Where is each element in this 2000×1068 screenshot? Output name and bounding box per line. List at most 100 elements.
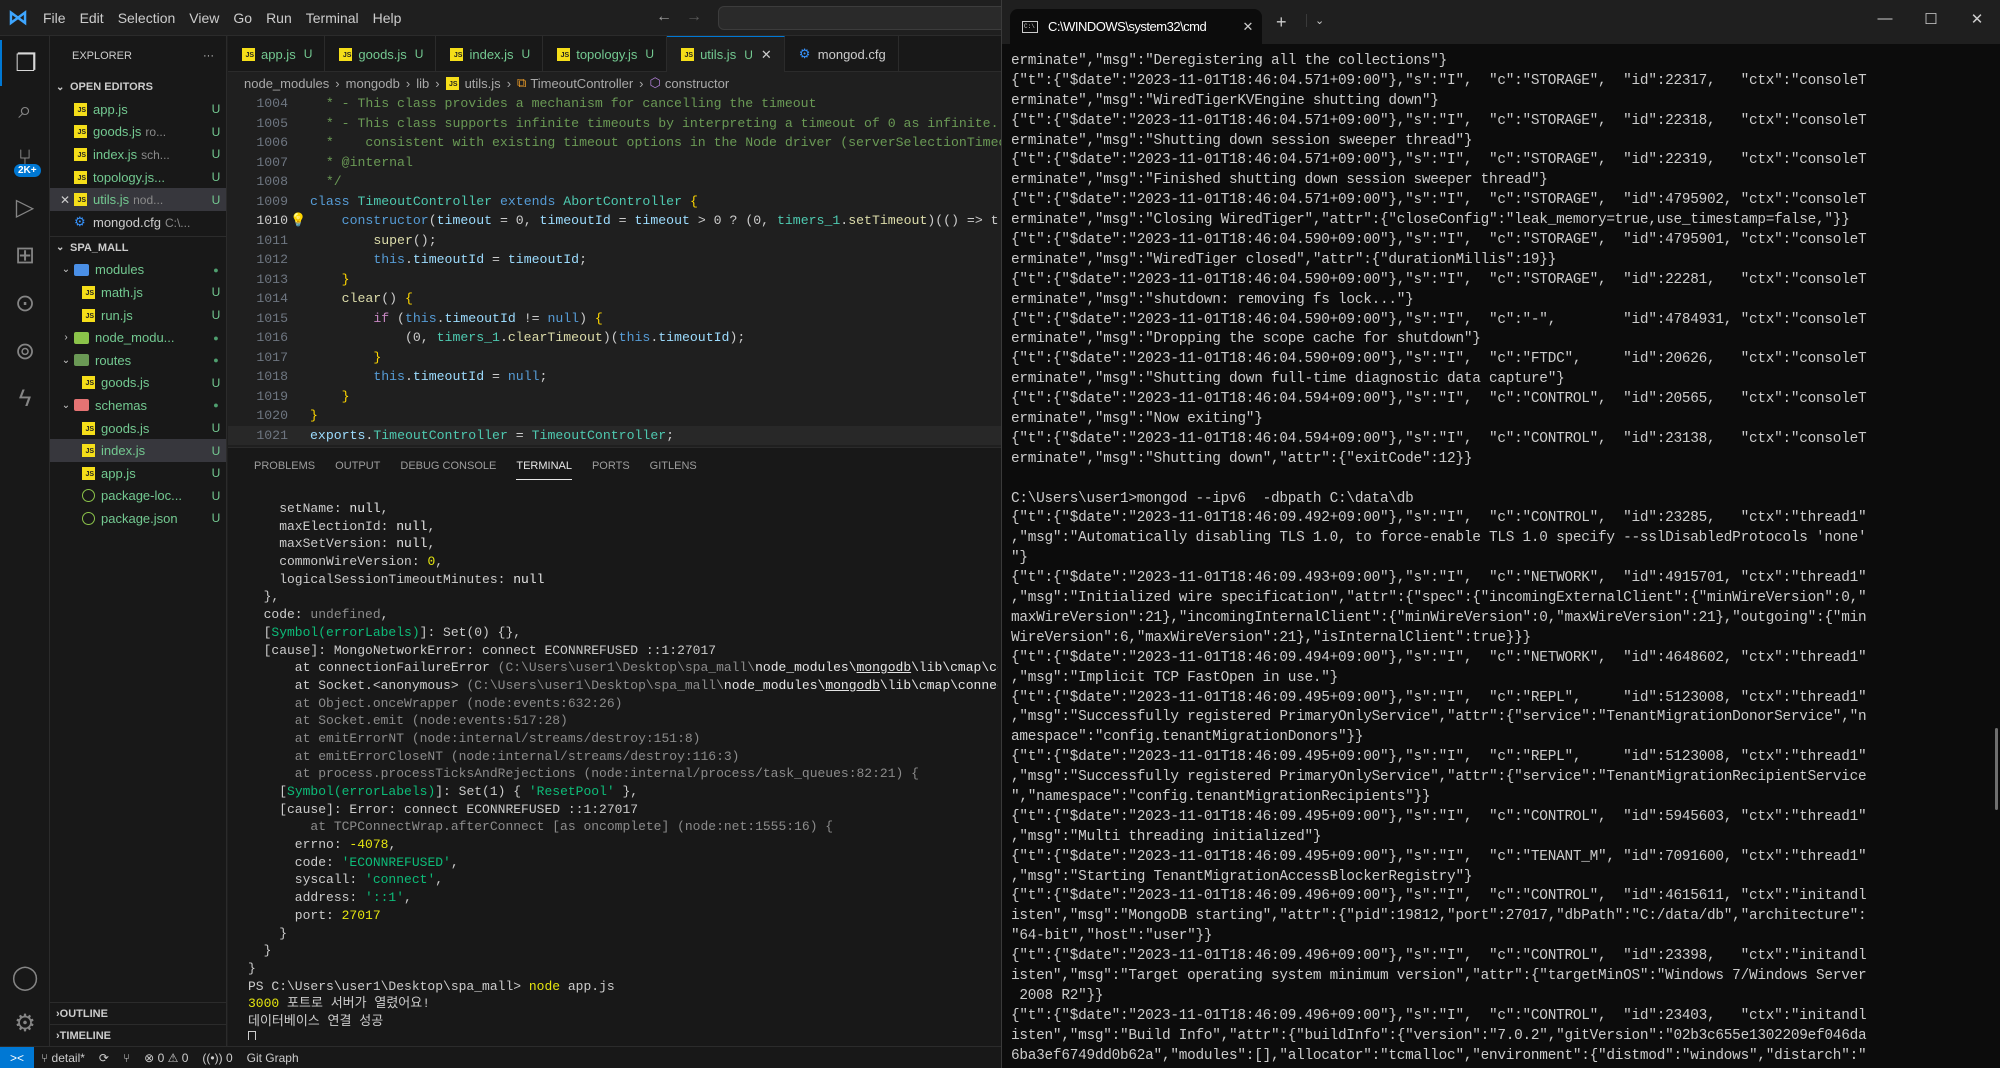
outline-section[interactable]: › OUTLINE bbox=[50, 1002, 227, 1024]
extensions-icon[interactable]: ⊞ bbox=[0, 232, 50, 278]
file-item[interactable]: JS goods.js U bbox=[50, 417, 226, 440]
editor-tab[interactable]: JS goods.js U bbox=[325, 36, 437, 72]
file-item[interactable]: JS run.js U bbox=[50, 304, 226, 327]
menu-help[interactable]: Help bbox=[366, 0, 409, 36]
minimize-button[interactable]: — bbox=[1862, 10, 1908, 27]
terminal-line: at process.processTicksAndRejections (no… bbox=[248, 766, 919, 782]
file-item[interactable]: JS goods.js U bbox=[50, 372, 226, 395]
file-item[interactable]: package-loc... U bbox=[50, 485, 226, 508]
gear-icon: ⚙ bbox=[74, 214, 86, 230]
problems-status[interactable]: ⊗ 0 ⚠ 0 bbox=[137, 1051, 195, 1065]
menu-edit[interactable]: Edit bbox=[73, 0, 111, 36]
breadcrumb-item[interactable]: lib bbox=[416, 76, 429, 91]
code-line: 1009 class TimeoutController extends Abor… bbox=[228, 192, 1002, 212]
editor-tab[interactable]: JS utils.js U ✕ bbox=[667, 36, 785, 72]
terminal-log-line: {"t":{"$date":"2023-11-01T18:46:04.590+0… bbox=[1011, 271, 1867, 288]
close-icon[interactable]: ✕ bbox=[761, 47, 772, 63]
panel-tab-problems[interactable]: PROBLEMS bbox=[246, 448, 327, 484]
open-editors-header[interactable]: ⌄ OPEN EDITORS bbox=[50, 76, 226, 98]
folder-item[interactable]: › node_modu... ● bbox=[50, 326, 226, 349]
new-tab-button[interactable]: + bbox=[1276, 12, 1287, 33]
maximize-button[interactable]: ☐ bbox=[1908, 10, 1954, 28]
search-icon[interactable]: ⌕ bbox=[0, 88, 50, 134]
command-center-search[interactable] bbox=[718, 6, 1008, 30]
git-graph-status[interactable]: Git Graph bbox=[240, 1051, 306, 1065]
explorer-icon[interactable]: ❐ bbox=[0, 40, 50, 86]
breadcrumb-item[interactable]: mongodb bbox=[346, 76, 400, 91]
open-editor-item[interactable]: JS index.js sch... U bbox=[50, 143, 226, 166]
terminal-log-line: ","namespace":"config.tenantMigrationRec… bbox=[1011, 788, 1431, 805]
menu-run[interactable]: Run bbox=[259, 0, 299, 36]
editor-tab[interactable]: JS app.js U bbox=[228, 36, 326, 72]
gitlens-icon[interactable]: ⊚ bbox=[0, 328, 50, 374]
sync-icon[interactable]: ⟳ bbox=[92, 1051, 116, 1065]
file-item[interactable]: package.json U bbox=[50, 507, 226, 530]
chevron-down-icon[interactable]: ⌄ bbox=[1306, 14, 1324, 27]
panel-tab-debug-console[interactable]: DEBUG CONSOLE bbox=[392, 448, 508, 484]
timeline-section[interactable]: › TIMELINE bbox=[50, 1024, 227, 1046]
terminal-output[interactable]: erminate","msg":"Deregistering all the c… bbox=[1011, 52, 1976, 1068]
open-editor-item[interactable]: JS topology.js... U bbox=[50, 166, 226, 189]
lightbulb-icon[interactable]: 💡 bbox=[290, 211, 306, 231]
terminal-tab[interactable]: C:\ C:\WINDOWS\system32\cmd ✕ bbox=[1010, 9, 1262, 44]
folder-item[interactable]: ⌄ routes ● bbox=[50, 349, 226, 372]
menu-go[interactable]: Go bbox=[226, 0, 259, 36]
git-graph-icon[interactable]: ⊙ bbox=[0, 280, 50, 326]
file-item[interactable]: JS math.js U bbox=[50, 281, 226, 304]
terminal-line: }, bbox=[248, 589, 280, 605]
file-item[interactable]: JS app.js U bbox=[50, 462, 226, 485]
file-item[interactable]: JS index.js U bbox=[50, 439, 226, 462]
integrated-terminal[interactable]: setName: null, maxElectionId: null, maxS… bbox=[248, 500, 998, 1040]
code-editor[interactable]: 1004 * - This class provides a mechanism… bbox=[228, 94, 1002, 446]
forward-arrow-icon[interactable]: → bbox=[686, 8, 702, 26]
branch-status[interactable]: ⑂ detail* bbox=[34, 1051, 92, 1065]
ports-status[interactable]: ((•)) 0 bbox=[195, 1051, 239, 1065]
breadcrumb-item[interactable]: node_modules bbox=[244, 76, 329, 91]
tab-label: goods.js bbox=[358, 46, 407, 62]
open-editors-title: OPEN EDITORS bbox=[70, 81, 153, 93]
panel-tab-ports[interactable]: PORTS bbox=[584, 448, 642, 484]
modified-dot-icon: ● bbox=[213, 332, 219, 343]
menu-file[interactable]: File bbox=[36, 0, 73, 36]
code-line: 1012 this.timeoutId = timeoutId; bbox=[228, 250, 1002, 270]
thunder-client-icon[interactable]: ϟ bbox=[0, 376, 50, 422]
terminal-scrollbar[interactable] bbox=[1995, 728, 1998, 810]
terminal-log-line: "64-bit","host":"user"}} bbox=[1011, 928, 1213, 945]
terminal-log-line: maxWireVersion":21},"incomingInternalCli… bbox=[1011, 609, 1867, 626]
breadcrumb: node_modules › mongodb › lib › JS utils.js ›… bbox=[244, 75, 730, 91]
breadcrumb-item[interactable]: constructor bbox=[665, 76, 729, 91]
close-icon[interactable]: ✕ bbox=[60, 193, 74, 207]
breadcrumb-item[interactable]: TimeoutController bbox=[530, 76, 633, 91]
terminal-line: address: '::1', bbox=[248, 890, 412, 906]
line-number: 1008 bbox=[256, 174, 288, 189]
file-name: package.json bbox=[101, 510, 178, 526]
menu-terminal[interactable]: Terminal bbox=[299, 0, 366, 36]
project-header[interactable]: ⌄ SPA_MALL bbox=[50, 237, 226, 259]
close-tab-icon[interactable]: ✕ bbox=[1234, 19, 1262, 35]
error-icon: ⊗ bbox=[144, 1050, 155, 1065]
back-arrow-icon[interactable]: ← bbox=[656, 8, 672, 26]
remote-indicator-button[interactable]: >< bbox=[0, 1046, 34, 1068]
open-editor-item[interactable]: ⚙ mongod.cfg C:\... bbox=[50, 211, 226, 234]
panel-tab-terminal[interactable]: TERMINAL bbox=[508, 448, 584, 484]
source-control-icon[interactable]: ⑂ 2K+ bbox=[0, 136, 50, 182]
settings-gear-icon[interactable]: ⚙ bbox=[0, 1000, 50, 1046]
graph-icon[interactable]: ⑂ bbox=[116, 1051, 137, 1065]
breadcrumb-item[interactable]: utils.js bbox=[465, 76, 501, 91]
menu-selection[interactable]: Selection bbox=[111, 0, 183, 36]
open-editor-item[interactable]: ✕ JS utils.js nod... U bbox=[50, 188, 226, 211]
more-actions-icon[interactable]: ··· bbox=[203, 50, 214, 62]
editor-tab[interactable]: JS index.js U bbox=[436, 36, 544, 72]
editor-tab[interactable]: ⚙ mongod.cfg bbox=[785, 36, 899, 72]
editor-tab[interactable]: JS topology.js U bbox=[543, 36, 668, 72]
folder-item[interactable]: ⌄ schemas ● bbox=[50, 394, 226, 417]
account-icon[interactable]: ◯ bbox=[0, 954, 50, 1000]
close-window-button[interactable]: ✕ bbox=[1954, 10, 2000, 28]
panel-tab-output[interactable]: OUTPUT bbox=[327, 448, 392, 484]
open-editor-item[interactable]: JS app.js U bbox=[50, 98, 226, 121]
run-debug-icon[interactable]: ▷ bbox=[0, 184, 50, 230]
menu-view[interactable]: View bbox=[182, 0, 226, 36]
panel-tab-gitlens[interactable]: GITLENS bbox=[642, 448, 709, 484]
folder-item[interactable]: ⌄ modules ● bbox=[50, 259, 226, 282]
open-editor-item[interactable]: JS goods.js ro... U bbox=[50, 121, 226, 144]
